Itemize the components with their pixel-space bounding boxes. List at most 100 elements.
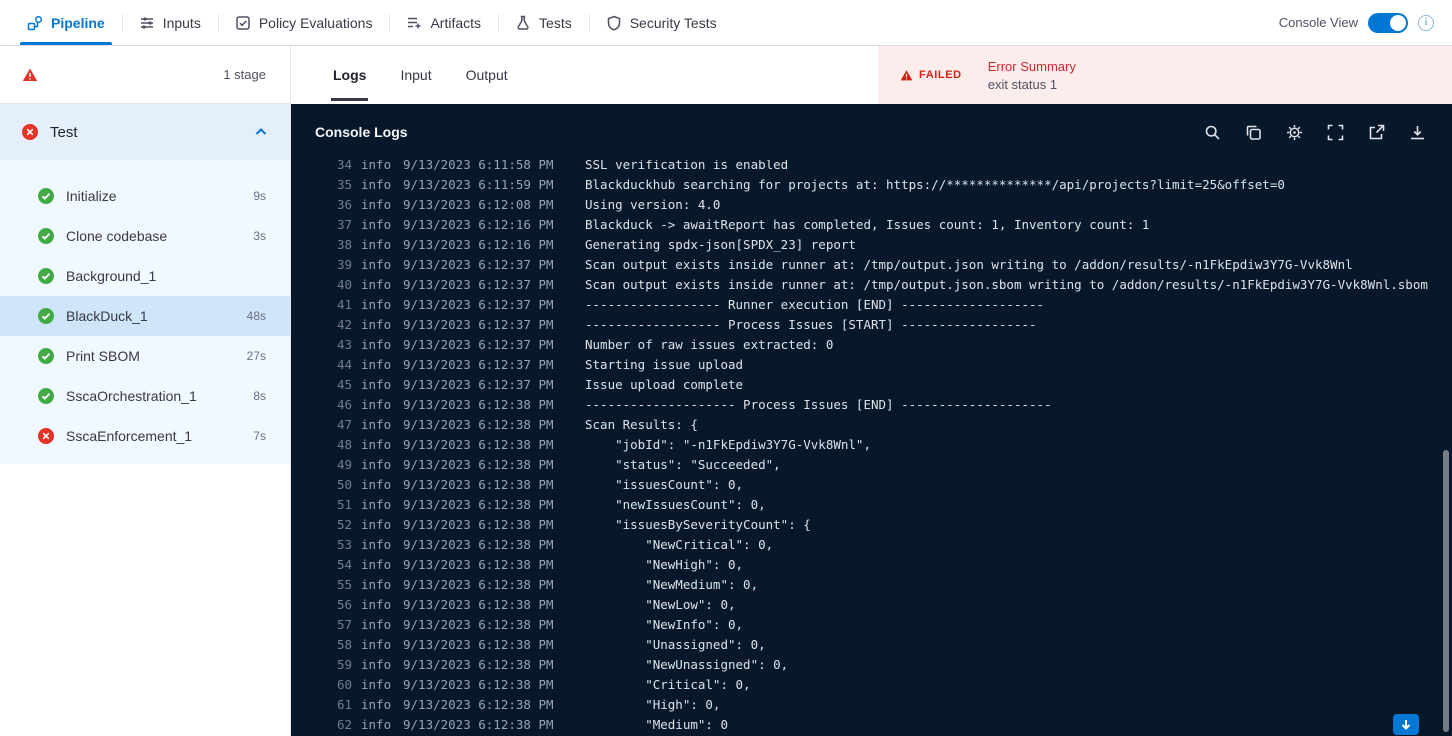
step-row-ssca-orchestration-1[interactable]: SscaOrchestration_1 8s bbox=[0, 376, 290, 416]
log-line: 42 info 9/13/2023 6:12:37 PM --------------… bbox=[291, 315, 1452, 335]
log-line: 57 info 9/13/2023 6:12:38 PM "NewInfo": 0, bbox=[291, 615, 1452, 635]
policy-checkbox-icon bbox=[235, 15, 251, 31]
log-message: "status": "Succeeded", bbox=[585, 457, 781, 472]
log-level: info bbox=[361, 237, 392, 252]
step-row-print-sbom[interactable]: Print SBOM 27s bbox=[0, 336, 290, 376]
tab-security-tests[interactable]: Security Tests bbox=[588, 0, 734, 45]
console-log-area[interactable]: 34 info 9/13/2023 6:11:58 PM SSL verificati… bbox=[291, 160, 1452, 736]
log-level: info bbox=[361, 417, 392, 432]
step-duration: 27s bbox=[246, 349, 266, 363]
step-name: Background_1 bbox=[66, 268, 157, 284]
console-view-toggle[interactable] bbox=[1368, 12, 1408, 33]
failed-badge-label: FAILED bbox=[919, 69, 962, 81]
warning-icon bbox=[900, 69, 913, 82]
log-line-number: 60 bbox=[336, 677, 352, 692]
log-timestamp: 9/13/2023 6:12:38 PM bbox=[403, 617, 554, 632]
log-line: 50 info 9/13/2023 6:12:38 PM "issuesCount"… bbox=[291, 475, 1452, 495]
log-level: info bbox=[361, 617, 392, 632]
step-name: SscaEnforcement_1 bbox=[66, 428, 193, 444]
log-message: "NewInfo": 0, bbox=[585, 617, 744, 632]
log-line-number: 59 bbox=[336, 657, 352, 672]
scrollbar-thumb[interactable] bbox=[1443, 450, 1449, 732]
settings-gear-icon[interactable] bbox=[1286, 124, 1303, 141]
log-timestamp: 9/13/2023 6:12:08 PM bbox=[403, 197, 554, 212]
stage-block: Test Initialize 9s Clone codebase 3s Bac… bbox=[0, 104, 290, 464]
log-level: info bbox=[361, 437, 392, 452]
failed-icon bbox=[38, 428, 54, 444]
step-row-initialize[interactable]: Initialize 9s bbox=[0, 176, 290, 216]
log-timestamp: 9/13/2023 6:12:37 PM bbox=[403, 337, 554, 352]
chevron-up-icon[interactable] bbox=[254, 125, 268, 139]
log-message: "issuesCount": 0, bbox=[585, 477, 744, 492]
error-summary-title: Error Summary bbox=[987, 58, 1076, 74]
log-level: info bbox=[361, 277, 392, 292]
step-name: Print SBOM bbox=[66, 348, 140, 364]
subheader: Logs Input Output FAILED Error Summary e… bbox=[291, 46, 1452, 104]
tab-artifacts[interactable]: Artifacts bbox=[389, 0, 498, 45]
tab-label: Artifacts bbox=[430, 14, 482, 31]
log-line: 34 info 9/13/2023 6:11:58 PM SSL verificati… bbox=[291, 160, 1452, 175]
tab-label: Policy Evaluations bbox=[258, 14, 373, 31]
log-line-number: 42 bbox=[336, 317, 352, 332]
tab-inputs[interactable]: Inputs bbox=[121, 0, 218, 45]
tab-label: Tests bbox=[539, 14, 572, 31]
log-level: info bbox=[361, 497, 392, 512]
log-line-number: 38 bbox=[336, 237, 352, 252]
toggle-knob bbox=[1390, 14, 1406, 31]
log-message: Number of raw issues extracted: 0 bbox=[585, 337, 834, 352]
download-icon[interactable] bbox=[1409, 124, 1426, 141]
step-name: Initialize bbox=[66, 188, 117, 204]
log-message: "issuesBySeverityCount": { bbox=[585, 517, 811, 532]
log-line-number: 43 bbox=[336, 337, 352, 352]
log-timestamp: 9/13/2023 6:12:38 PM bbox=[403, 677, 554, 692]
tab-label: Security Tests bbox=[629, 14, 717, 31]
log-line: 58 info 9/13/2023 6:12:38 PM "Unassigned":… bbox=[291, 635, 1452, 655]
step-duration: 9s bbox=[253, 189, 266, 203]
log-line: 49 info 9/13/2023 6:12:38 PM "status": "Su… bbox=[291, 455, 1452, 475]
log-line: 38 info 9/13/2023 6:12:16 PM Generating spd… bbox=[291, 235, 1452, 255]
open-in-new-icon[interactable] bbox=[1368, 124, 1385, 141]
tab-policy-evaluations[interactable]: Policy Evaluations bbox=[217, 0, 390, 45]
log-message: Blackduck -> awaitReport has completed, … bbox=[585, 217, 1150, 232]
tab-pipeline[interactable]: Pipeline bbox=[10, 0, 122, 45]
step-row-ssca-enforcement-1[interactable]: SscaEnforcement_1 7s bbox=[0, 416, 290, 456]
log-timestamp: 9/13/2023 6:12:38 PM bbox=[403, 537, 554, 552]
log-line: 61 info 9/13/2023 6:12:38 PM "High": 0, bbox=[291, 695, 1452, 715]
log-level: info bbox=[361, 577, 392, 592]
log-level: info bbox=[361, 397, 392, 412]
log-line: 43 info 9/13/2023 6:12:37 PM Number of raw … bbox=[291, 335, 1452, 355]
search-icon[interactable] bbox=[1204, 124, 1221, 141]
stage-row-test[interactable]: Test bbox=[0, 104, 290, 160]
log-message: "Critical": 0, bbox=[585, 677, 751, 692]
log-line: 48 info 9/13/2023 6:12:38 PM "jobId": "-n1… bbox=[291, 435, 1452, 455]
console-view-label: Console View bbox=[1278, 15, 1358, 30]
log-line-number: 55 bbox=[336, 577, 352, 592]
step-row-background-1[interactable]: Background_1 bbox=[0, 256, 290, 296]
log-line: 55 info 9/13/2023 6:12:38 PM "NewMedium": … bbox=[291, 575, 1452, 595]
step-row-clone-codebase[interactable]: Clone codebase 3s bbox=[0, 216, 290, 256]
step-row-blackduck-1[interactable]: BlackDuck_1 48s bbox=[0, 296, 290, 336]
scroll-to-bottom-button[interactable] bbox=[1393, 714, 1419, 735]
log-message: Starting issue upload bbox=[585, 357, 744, 372]
log-level: info bbox=[361, 197, 392, 212]
tab-input[interactable]: Input bbox=[398, 49, 433, 101]
log-timestamp: 9/13/2023 6:12:38 PM bbox=[403, 477, 554, 492]
log-level: info bbox=[361, 717, 392, 732]
error-summary: Error Summary exit status 1 bbox=[988, 59, 1076, 92]
log-level: info bbox=[361, 257, 392, 272]
tab-tests[interactable]: Tests bbox=[498, 0, 589, 45]
log-line-number: 36 bbox=[336, 197, 352, 212]
fullscreen-icon[interactable] bbox=[1327, 124, 1344, 141]
log-level: info bbox=[361, 677, 392, 692]
log-timestamp: 9/13/2023 6:12:37 PM bbox=[403, 377, 554, 392]
log-level: info bbox=[361, 597, 392, 612]
info-icon[interactable]: i bbox=[1418, 14, 1434, 31]
error-summary-bar: FAILED Error Summary exit status 1 bbox=[878, 46, 1452, 104]
flask-icon bbox=[515, 15, 531, 31]
tab-output[interactable]: Output bbox=[464, 49, 510, 101]
copy-icon[interactable] bbox=[1245, 124, 1262, 141]
console-title: Console Logs bbox=[315, 124, 408, 140]
log-line: 45 info 9/13/2023 6:12:37 PM Issue upload c… bbox=[291, 375, 1452, 395]
tab-logs[interactable]: Logs bbox=[331, 49, 369, 101]
log-line: 39 info 9/13/2023 6:12:37 PM Scan output ex… bbox=[291, 255, 1452, 275]
